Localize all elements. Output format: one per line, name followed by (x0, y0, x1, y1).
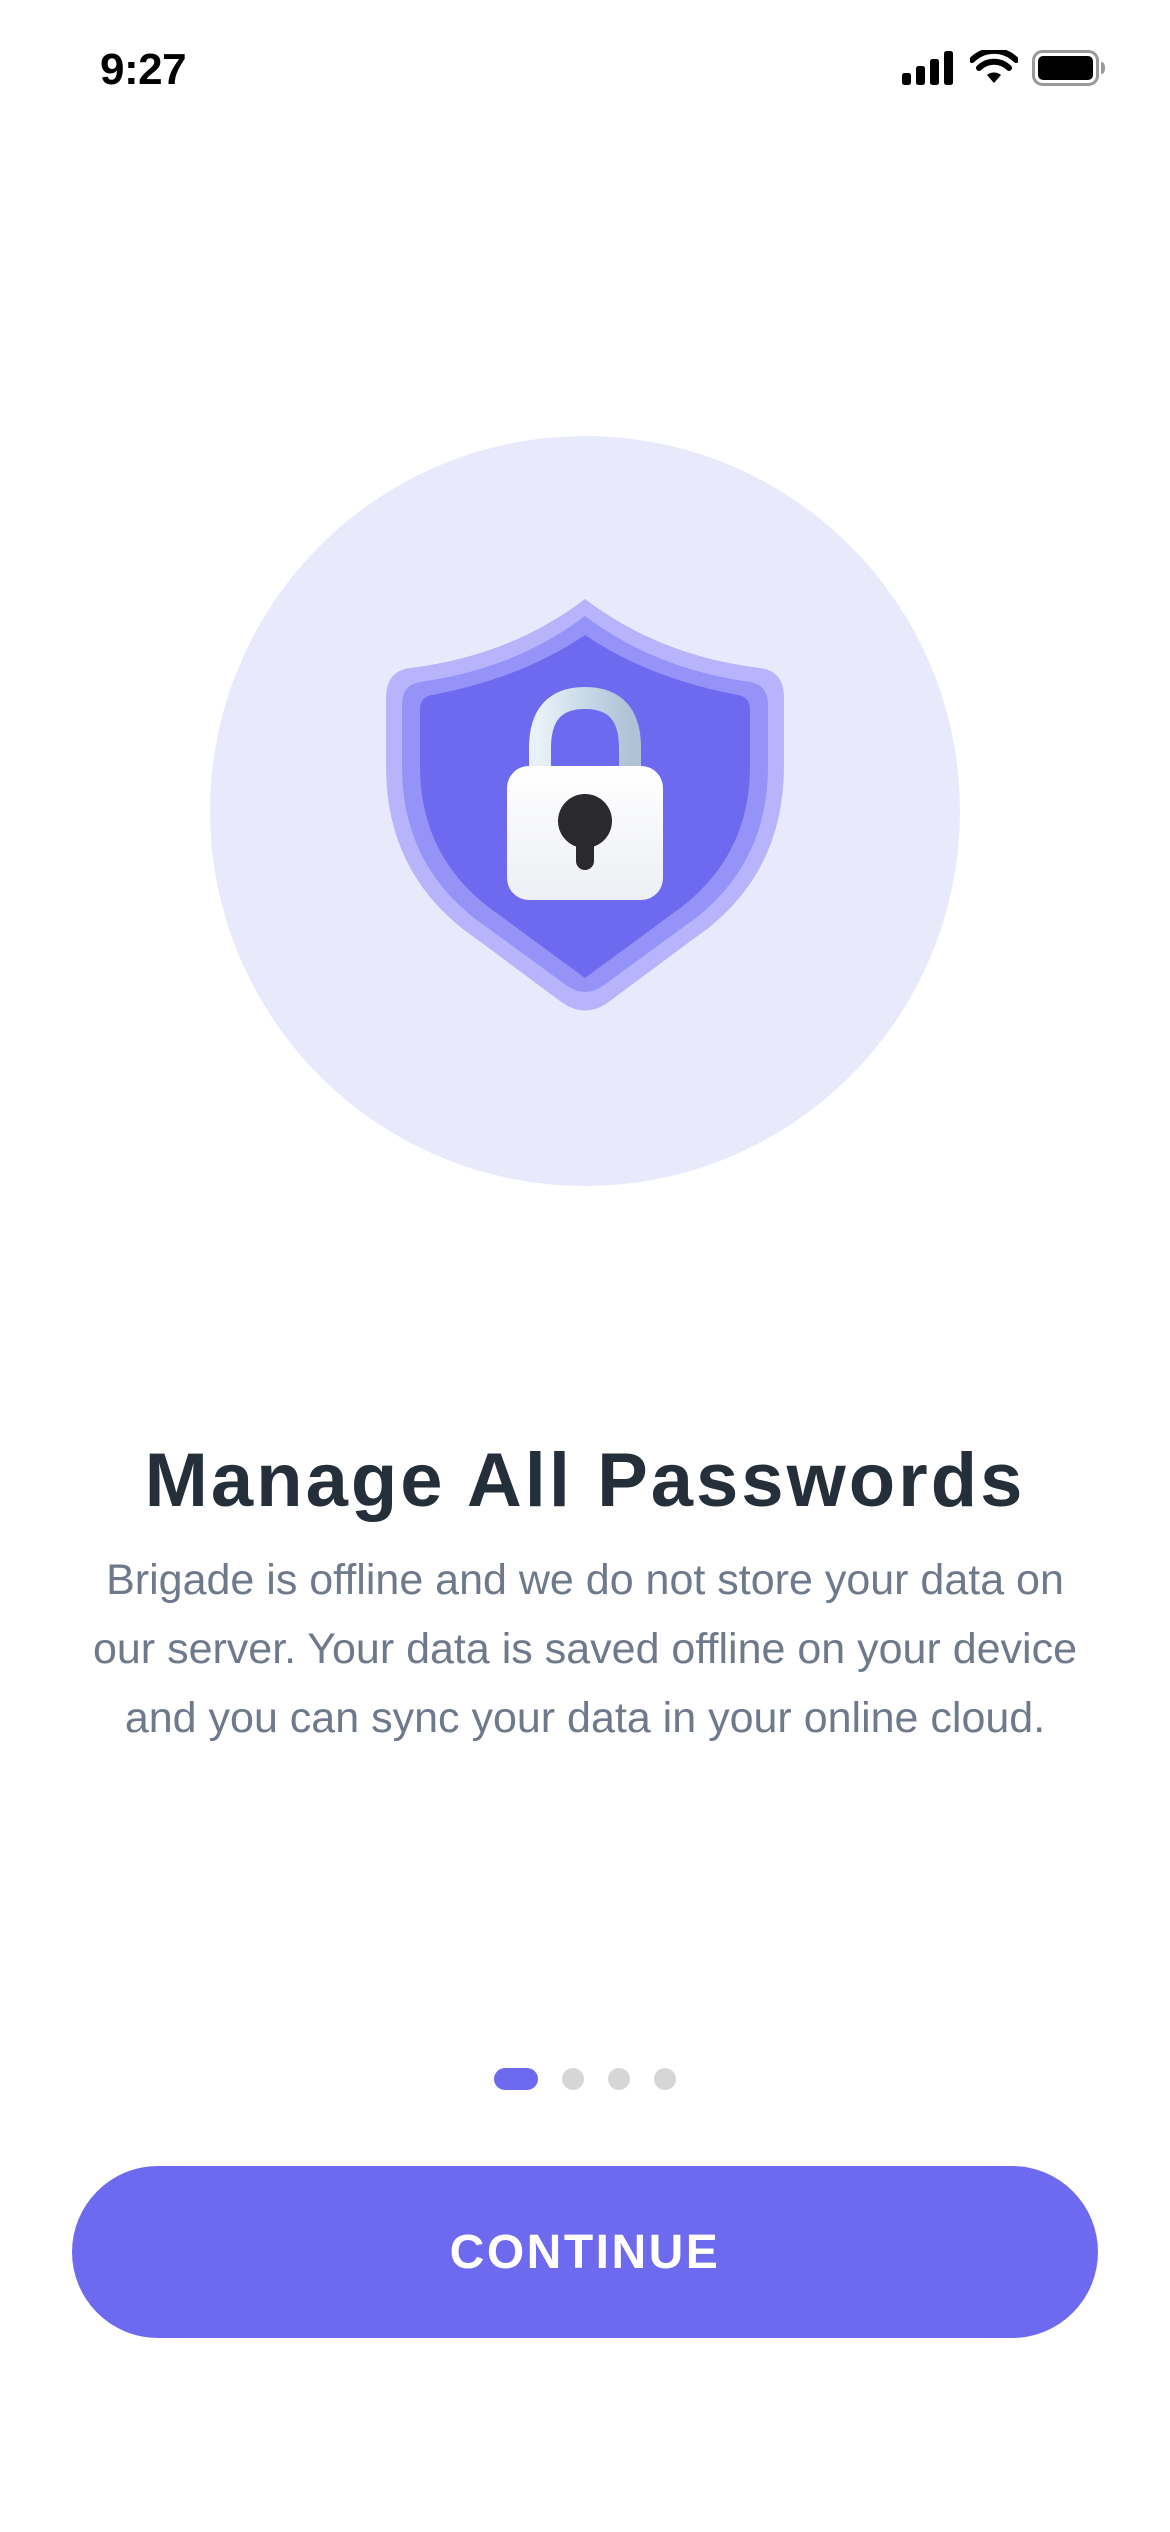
onboarding-description: Brigade is offline and we do not store y… (92, 1556, 1078, 1742)
page-dot[interactable] (654, 2068, 676, 2090)
page-dot-active[interactable] (494, 2068, 538, 2090)
page-dot[interactable] (608, 2068, 630, 2090)
hero-illustration (210, 436, 960, 1186)
status-time: 9:27 (100, 45, 187, 94)
continue-button-label: CONTINUE (449, 2225, 721, 2279)
onboarding-title: Manage All Passwords (144, 1438, 1026, 1523)
page-dot[interactable] (562, 2068, 584, 2090)
status-bar: 9:27 (0, 0, 1170, 140)
status-icons (902, 47, 1106, 91)
cellular-signal-icon (902, 50, 956, 90)
continue-button[interactable]: CONTINUE (72, 2166, 1098, 2338)
battery-icon (1032, 49, 1106, 91)
page-indicator (0, 2068, 1170, 2090)
wifi-icon (969, 47, 1019, 91)
